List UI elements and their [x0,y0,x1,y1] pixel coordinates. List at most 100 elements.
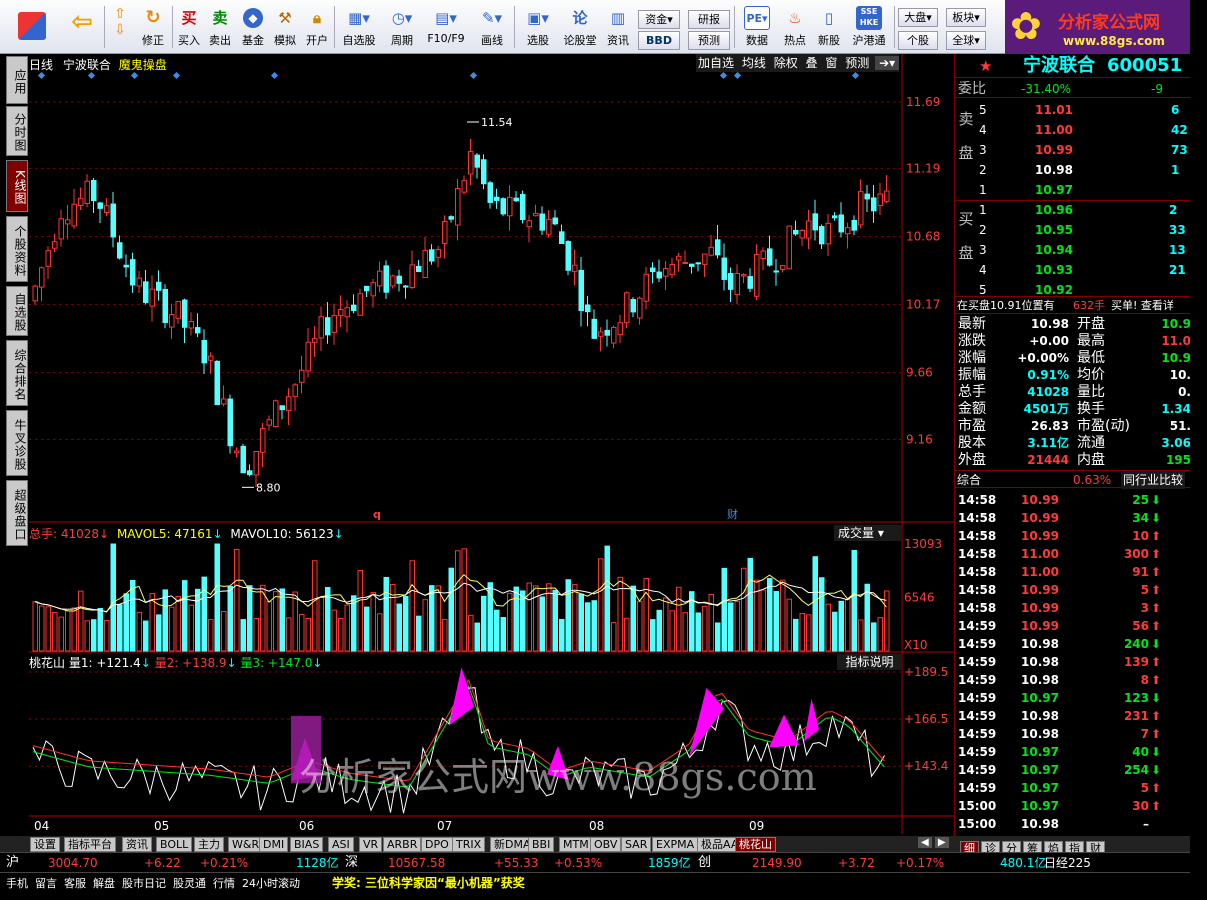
ask-row[interactable]: 3 10.99 73 [955,141,1190,159]
back-button[interactable]: ⇦ [60,4,104,50]
peer-compare-button[interactable]: 同行业比较 [1121,471,1186,489]
indicator-tab[interactable]: VR [359,837,383,852]
scroll-left-icon[interactable]: ◀ [918,837,932,848]
bottom-link[interactable]: 股市日记 [122,877,166,890]
indicator-tab[interactable]: MTM [559,837,593,852]
tick-row: 15:00 10.97 30 ⬆ [955,797,1190,815]
bid-row[interactable]: 4 10.93 21 [955,261,1190,279]
indicator-tab[interactable]: BIAS [290,837,324,852]
main-indicator-name[interactable]: 魔鬼操盘 [119,58,167,72]
indicator-tab[interactable]: ARBR [383,837,422,852]
volume-bar [767,578,773,652]
indicator-tab[interactable]: BBI [528,837,555,852]
quote-title: ★ 宁波联合 600051 [955,54,1190,78]
indicator-tab[interactable]: 桃花山 [735,837,776,852]
volume-selector[interactable]: 成交量 ▾ [834,525,902,541]
period-button[interactable]: ◷▾ 周期 [382,4,422,50]
kline-chart-area[interactable]: 11.69 11.19 10.68 10.17 9.66 9.16 11.54 8.80 q 财 1… [29,54,954,836]
tab-stock-info[interactable]: 个股资料 [6,216,28,282]
sector-button[interactable]: 板块▾ [946,8,986,27]
f10-button[interactable]: ▤▾ F10/F9 [424,4,468,50]
toolbar-btn-2[interactable]: ↻ 修正 [136,4,170,50]
ask-row[interactable]: 2 10.98 1 [955,161,1190,179]
low-label: 8.80 [256,481,281,494]
indicator-help-button[interactable]: 指标说明 [837,654,902,670]
overlay-button[interactable]: 叠 [804,56,820,70]
indicator-tab[interactable]: TRIX [452,837,486,852]
single-stock-button[interactable]: 个股 [898,31,938,50]
expand-icon[interactable]: ➔▾ [875,56,900,70]
volume-bar [474,622,480,652]
ask-row[interactable]: 4 11.00 42 [955,121,1190,139]
tab-ranking[interactable]: 综合排名 [6,340,28,406]
report-button[interactable]: 研报 [688,10,730,29]
forum-button[interactable]: 论论股堂 [560,4,600,50]
news-button[interactable]: ▥ 资讯 [602,4,634,50]
up-down-button[interactable]: ⇧ ⇩ [106,4,134,50]
data-button[interactable]: PE▾ 数据 [738,4,776,50]
simulate-button[interactable]: ⚒ 模拟 [270,4,300,50]
indicator-tab[interactable]: ASI [328,837,354,852]
big-order-notice[interactable]: 在买盘10.91位置有 632手 买单! 查看详 [955,296,1190,314]
tab-kline[interactable]: K线图 [6,160,28,212]
bid-row[interactable]: 3 10.94 13 [955,241,1190,259]
news-ticker[interactable]: 学奖: 三位科学家因“最小机器”获奖 [332,873,525,893]
new-stock-button[interactable]: ▯ 新股 [814,4,844,50]
indicator-tab[interactable]: EXPMA [652,837,699,852]
bottom-link[interactable]: 解盘 [93,877,115,890]
global-button[interactable]: 全球▾ [946,31,986,50]
indicator-tab[interactable]: BOLL [156,837,193,852]
menu-grid-button[interactable] [12,4,52,50]
indicator-tab[interactable]: DMI [259,837,289,852]
tab-diagnosis[interactable]: 牛叉诊股 [6,410,28,476]
bottom-link[interactable]: 行情 [213,877,235,890]
tab-apps[interactable]: 应用 [6,56,28,104]
fund-flow-button[interactable]: 资金▾ [638,10,680,29]
indicator-tab[interactable]: 主力 [194,837,224,852]
open-account-button[interactable]: 🔒︎ 开户 [302,4,332,50]
indicator-tab[interactable]: 设置 [30,837,60,852]
draw-line-button[interactable]: ✎▾ 画线 [472,4,512,50]
scroll-right-icon[interactable]: ▶ [934,837,949,848]
bid-row[interactable]: 1 10.96 2 [955,201,1190,219]
ma-button[interactable]: 均线 [740,56,768,70]
bottom-link[interactable]: 24小时滚动 [242,877,300,890]
indicator-tab[interactable]: SAR [621,837,652,852]
volume-bar [799,613,805,652]
tab-super-orderbook[interactable]: 超级盘口 [6,480,28,546]
hk-connect-button[interactable]: SSE HKE 沪港通 [847,4,891,50]
toolbar: ⇦ ⇧ ⇩ ↻ 修正 买买入 卖卖出 ◆ 基金 ⚒ 模拟 🔒︎ 开户 ▦▾ 自选股 ◷▾ 周期… [0,0,1190,54]
bottom-link[interactable]: 客服 [64,877,86,890]
indicator-tab[interactable]: W&R [228,837,264,852]
indicator-tab[interactable]: 指标平台 [64,837,116,852]
bottom-link[interactable]: 手机 [6,877,28,890]
sell-button[interactable]: 卖卖出 [205,4,235,50]
hotspot-button[interactable]: ♨ 热点 [778,4,812,50]
tick-row: 14:58 10.99 3 ⬆ [955,599,1190,617]
bottom-link[interactable]: 股灵通 [173,877,206,890]
predict-button[interactable]: 预测 [843,56,871,70]
star-icon[interactable]: ★ [979,54,992,78]
indicator-tab[interactable]: DPO [421,837,453,852]
market-button[interactable]: 大盘▾ [898,8,938,27]
ask-row[interactable]: 5 11.01 6 [955,101,1190,119]
window-button[interactable]: 窗 [823,56,839,70]
volume-bar [604,545,610,652]
ask-row[interactable]: 1 10.97 [955,181,1190,199]
fund-button[interactable]: ◆ 基金 [237,4,269,50]
period-label[interactable]: 日线 [29,58,53,72]
candle-body [760,250,766,260]
forecast-button[interactable]: 预测 [688,31,730,50]
indicator-tab[interactable]: 资讯 [122,837,152,852]
tab-intraday[interactable]: 分时图 [6,106,28,156]
buy-button[interactable]: 买买入 [174,4,204,50]
bottom-link[interactable]: 留言 [35,877,57,890]
watchlist-button[interactable]: ▦▾ 自选股 [338,4,380,50]
tab-watchlist[interactable]: 自选股 [6,286,28,336]
add-watch-button[interactable]: 加自选 [696,56,736,70]
exright-button[interactable]: 除权 [772,56,800,70]
bid-row[interactable]: 2 10.95 33 [955,221,1190,239]
bbd-button[interactable]: BBD [638,31,680,50]
indicator-tab[interactable]: OBV [590,837,622,852]
stock-screen-button[interactable]: ▣▾ 选股 [518,4,558,50]
